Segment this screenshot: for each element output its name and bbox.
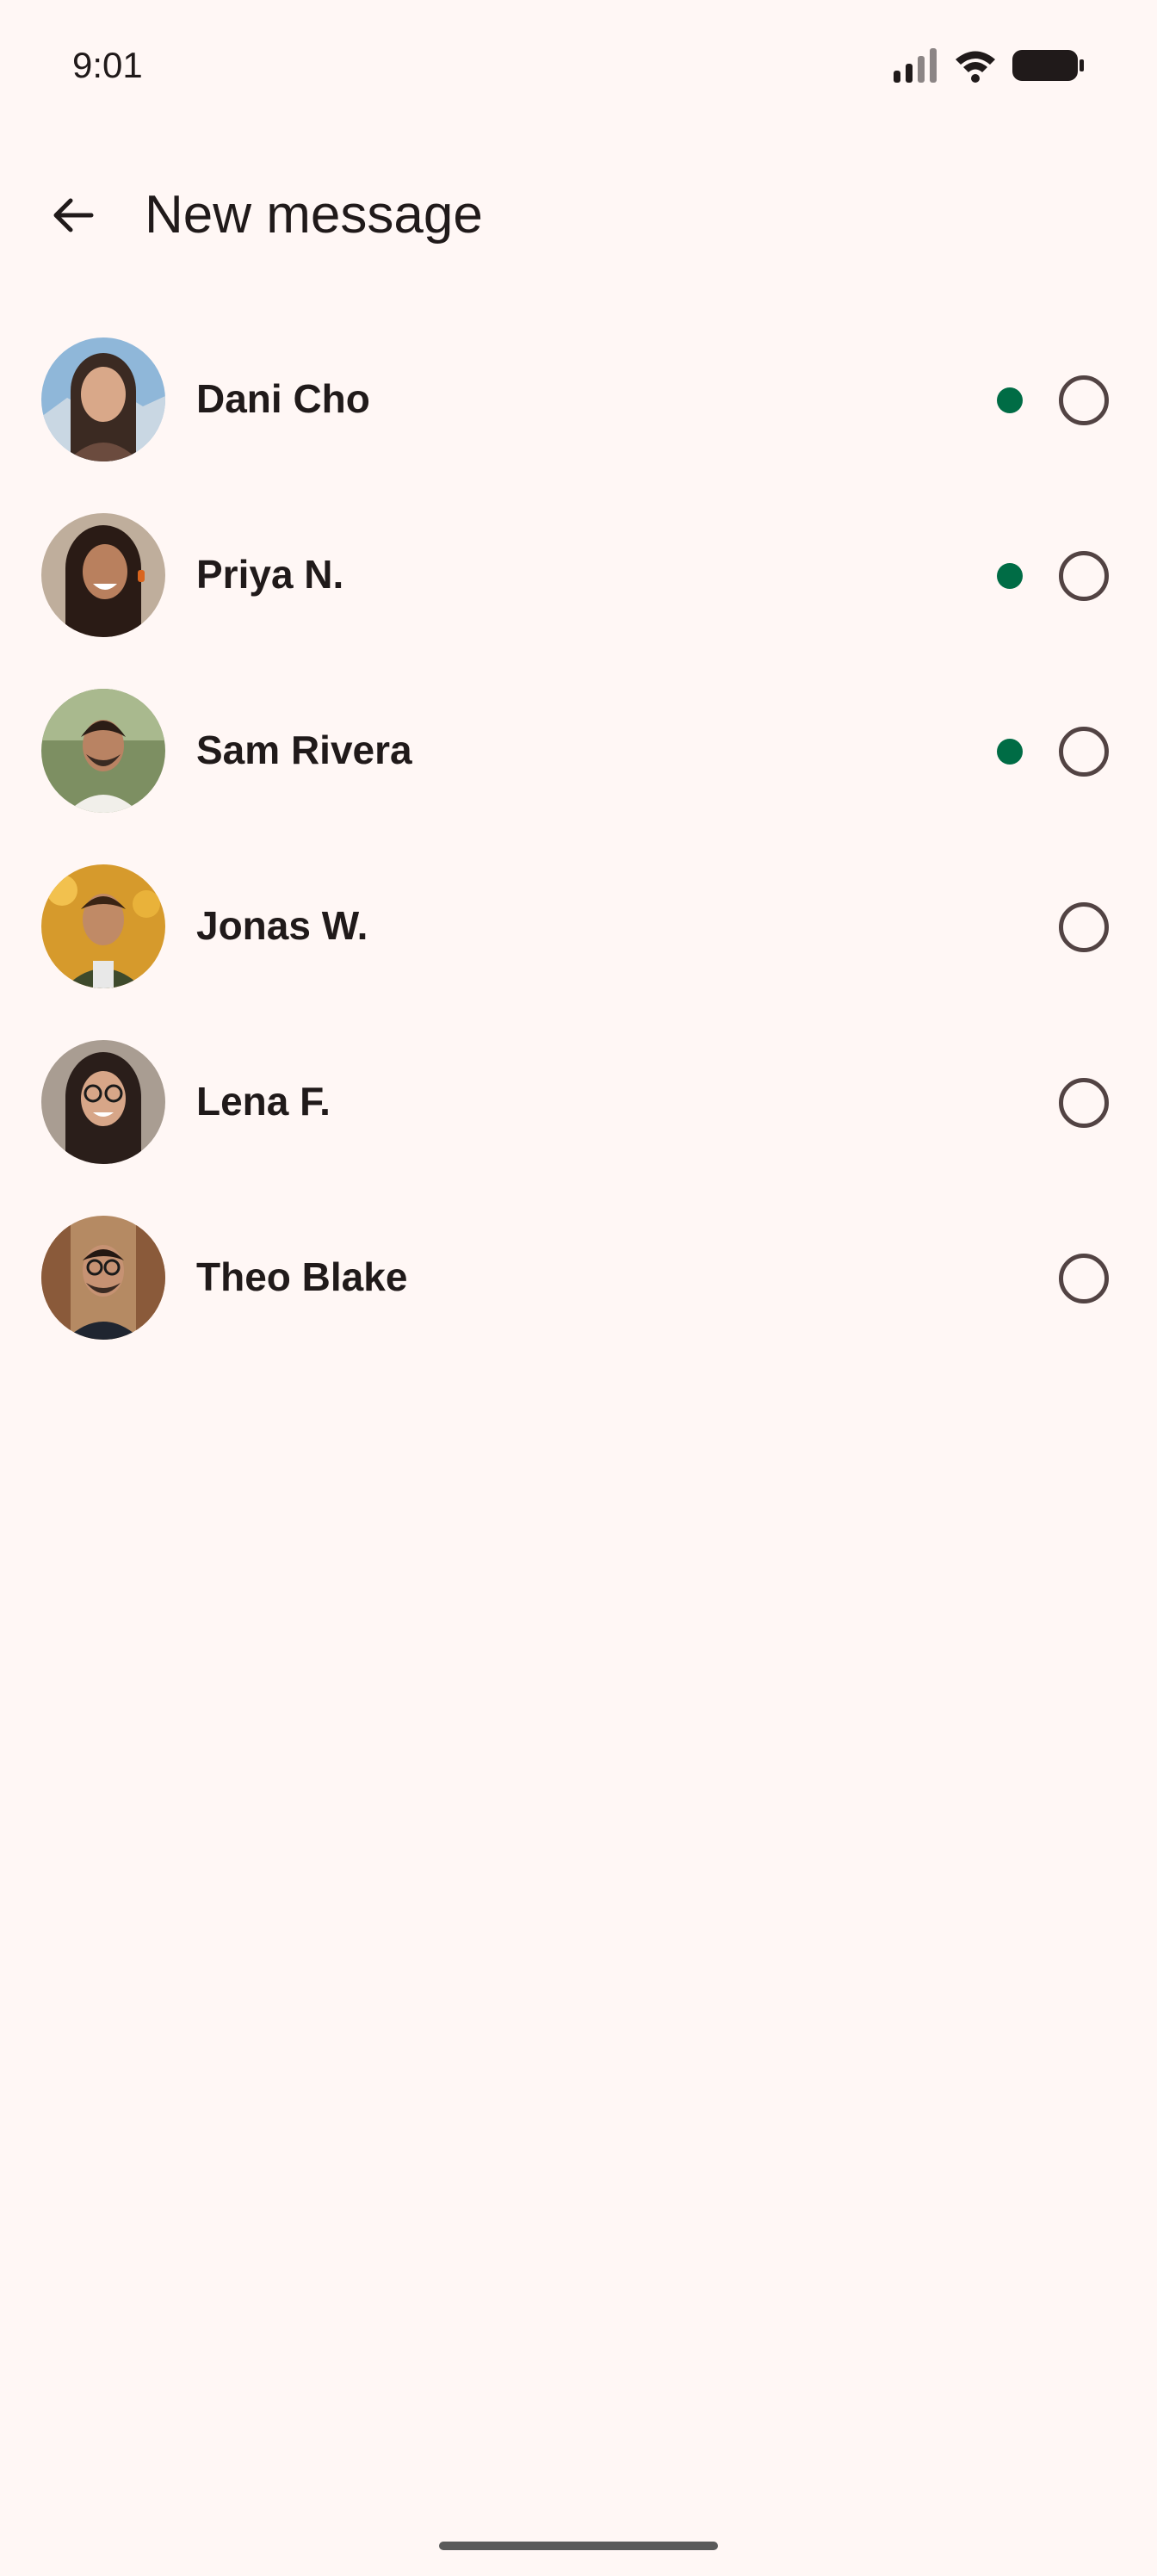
avatar bbox=[41, 1216, 165, 1340]
back-button[interactable] bbox=[36, 181, 108, 253]
avatar bbox=[41, 1040, 165, 1164]
avatar bbox=[41, 864, 165, 988]
avatar bbox=[41, 337, 165, 461]
contact-name: Theo Blake bbox=[196, 1254, 408, 1299]
wifi-icon bbox=[954, 48, 997, 87]
contact-name: Priya N. bbox=[196, 552, 344, 597]
select-radio[interactable] bbox=[1059, 551, 1109, 601]
contact-name: Sam Rivera bbox=[196, 728, 412, 772]
status-time: 9:01 bbox=[72, 45, 143, 85]
contact-row-lena-f[interactable]: Lena F. bbox=[0, 1014, 1157, 1190]
online-status-dot bbox=[997, 739, 1023, 765]
battery-icon bbox=[1012, 48, 1085, 87]
contact-name: Jonas W. bbox=[196, 903, 368, 948]
home-indicator[interactable] bbox=[439, 2542, 718, 2550]
contact-name: Lena F. bbox=[196, 1079, 331, 1124]
page-title: New message bbox=[145, 185, 483, 245]
arrow-back-icon bbox=[48, 191, 96, 244]
select-radio[interactable] bbox=[1059, 1078, 1109, 1128]
online-status-dot bbox=[997, 563, 1023, 589]
contact-row-priya-n[interactable]: Priya N. bbox=[0, 487, 1157, 663]
contact-row-jonas-w[interactable]: Jonas W. bbox=[0, 839, 1157, 1014]
select-radio[interactable] bbox=[1059, 1254, 1109, 1303]
signal-icon bbox=[894, 48, 938, 87]
status-bar: 9:01 bbox=[0, 0, 1157, 129]
contact-list: Dani Cho Priya N. Sam Rivera Jonas W. Le… bbox=[0, 312, 1157, 1365]
avatar bbox=[41, 513, 165, 637]
select-radio[interactable] bbox=[1059, 727, 1109, 777]
contact-row-dani-cho[interactable]: Dani Cho bbox=[0, 312, 1157, 487]
online-status-dot bbox=[997, 387, 1023, 413]
contact-row-theo-blake[interactable]: Theo Blake bbox=[0, 1190, 1157, 1365]
contact-row-sam-rivera[interactable]: Sam Rivera bbox=[0, 663, 1157, 839]
status-icons bbox=[894, 48, 1085, 87]
avatar bbox=[41, 689, 165, 813]
app-bar: New message bbox=[0, 164, 1157, 276]
contact-name: Dani Cho bbox=[196, 376, 370, 421]
select-radio[interactable] bbox=[1059, 902, 1109, 952]
select-radio[interactable] bbox=[1059, 375, 1109, 425]
